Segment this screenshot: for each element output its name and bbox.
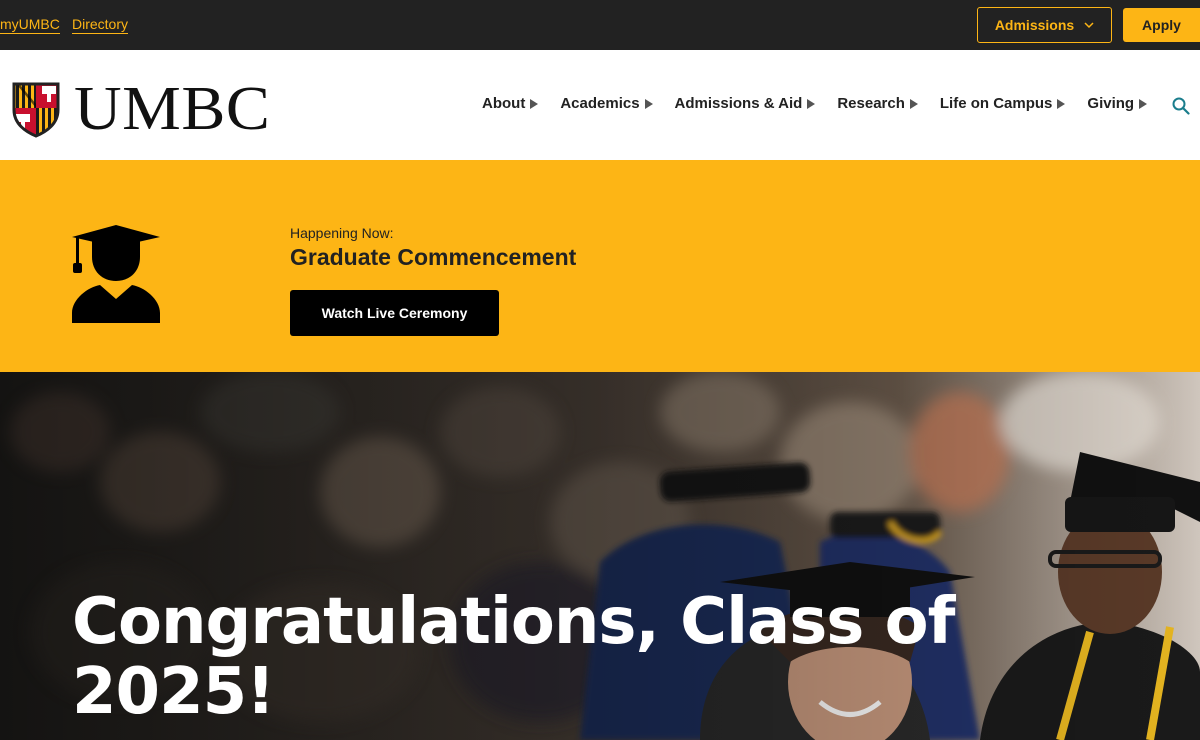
hero-heading: Congratulations, Class of 2025! <box>72 587 972 727</box>
watch-live-button[interactable]: Watch Live Ceremony <box>290 290 499 336</box>
graduate-icon <box>72 225 160 323</box>
umbc-logo[interactable]: UMBC <box>10 76 270 142</box>
nav-item-giving[interactable]: Giving <box>1087 95 1148 112</box>
caret-right-icon <box>1057 98 1066 109</box>
search-icon[interactable] <box>1172 97 1190 115</box>
umbc-wordmark: UMBC <box>74 73 271 144</box>
nav-item-label: Life on Campus <box>939 95 1053 112</box>
caret-right-icon <box>909 98 918 109</box>
nav-item-label: Giving <box>1087 95 1135 112</box>
hero-heading-line1: Congratulations, Class of <box>72 585 955 659</box>
nav-item-label: Admissions & Aid <box>674 95 803 112</box>
nav-item-academics[interactable]: Academics <box>560 95 653 112</box>
nav-item-admissions-aid[interactable]: Admissions & Aid <box>675 95 816 112</box>
nav-item-label: About <box>482 95 526 112</box>
banner-title: Graduate Commencement <box>290 244 577 270</box>
banner-eyebrow: Happening Now: <box>290 225 394 241</box>
nav-item-about[interactable]: About <box>482 95 539 112</box>
caret-right-icon <box>807 98 816 109</box>
main-nav: About Academics Admissions & Aid Researc… <box>482 95 1169 112</box>
hero-heading-line2: 2025! <box>72 655 275 729</box>
hero-section: Congratulations, Class of 2025! <box>0 372 1200 740</box>
nav-item-research[interactable]: Research <box>837 95 918 112</box>
nav-item-label: Academics <box>560 95 640 112</box>
site-header: UMBC About Academics Admissions & Aid Re… <box>0 50 1200 160</box>
announcement-banner: Happening Now: Graduate Commencement Wat… <box>0 160 1200 372</box>
nav-item-life-on-campus[interactable]: Life on Campus <box>940 95 1066 112</box>
caret-right-icon <box>530 98 539 109</box>
caret-right-icon <box>644 98 653 109</box>
directory-link[interactable]: Directory <box>72 16 129 34</box>
shield-icon <box>12 82 60 138</box>
chevron-down-icon <box>1084 22 1094 29</box>
nav-item-label: Research <box>837 95 905 112</box>
apply-button[interactable]: Apply <box>1123 8 1200 42</box>
admissions-dropdown-button[interactable]: Admissions <box>977 7 1112 43</box>
caret-right-icon <box>1139 98 1148 109</box>
admissions-label: Admissions <box>994 17 1075 33</box>
myumbc-link[interactable]: myUMBC <box>0 16 60 34</box>
utility-bar: myUMBC Directory Admissions Apply <box>0 0 1200 50</box>
